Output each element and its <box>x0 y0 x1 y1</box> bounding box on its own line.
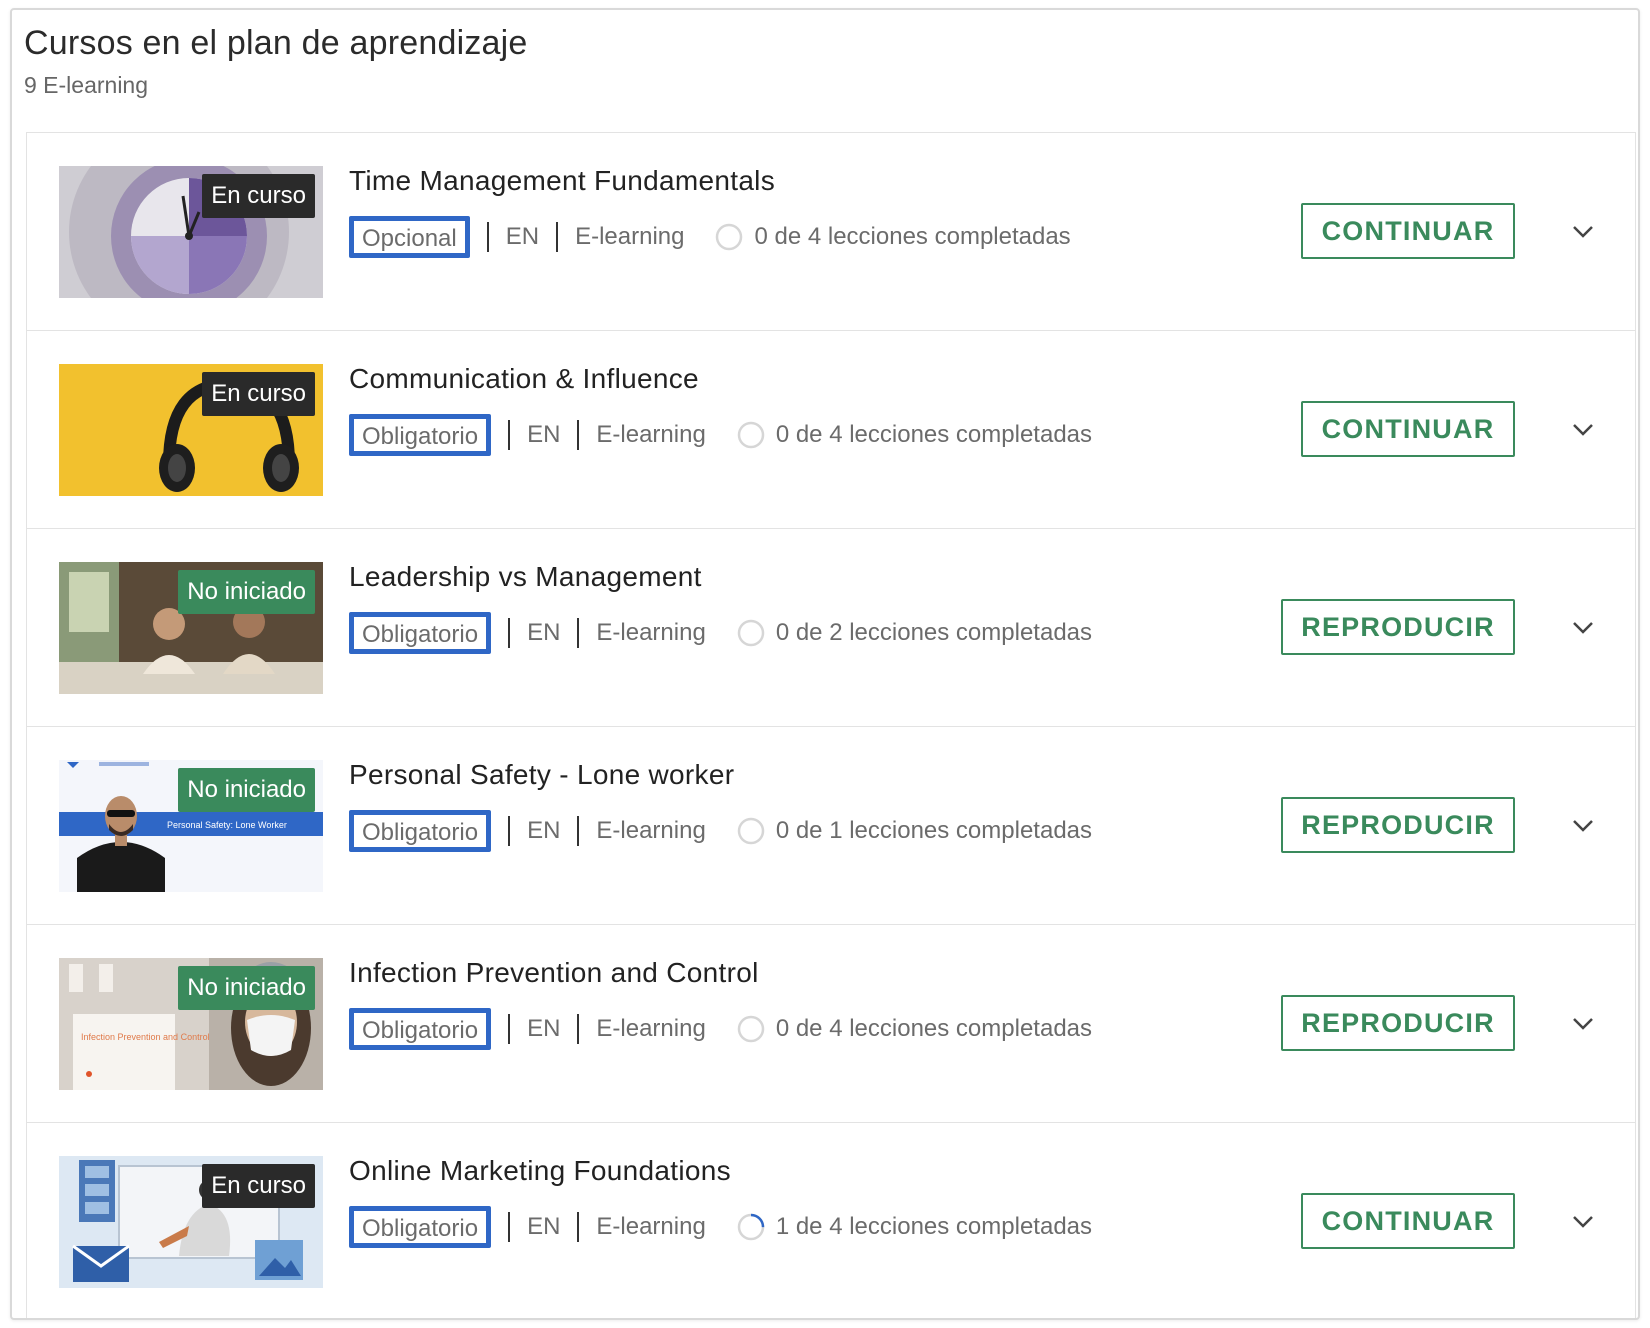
requirement-label: Obligatorio <box>349 1206 492 1248</box>
course-count: 9 E-learning <box>24 72 149 98</box>
course-title[interactable]: Time Management Fundamentals <box>349 165 775 197</box>
chevron-down-icon[interactable] <box>1567 611 1599 643</box>
play-button[interactable]: REPRODUCIR <box>1281 599 1515 655</box>
divider <box>508 816 511 846</box>
type-label: E-learning <box>596 1213 706 1240</box>
progress-text: 0 de 4 lecciones completadas <box>775 1015 1093 1042</box>
requirement-label: Obligatorio <box>349 1008 492 1050</box>
chevron-down-icon[interactable] <box>1567 215 1599 247</box>
course-title[interactable]: Personal Safety - Lone worker <box>349 759 734 791</box>
language-label: EN <box>527 1015 561 1042</box>
type-label: E-learning <box>575 223 685 250</box>
divider <box>508 1014 511 1044</box>
type-label: E-learning <box>596 619 706 646</box>
course-thumbnail[interactable]: Personal Safety: Lone Worker No iniciado <box>59 760 323 892</box>
type-label: E-learning <box>596 817 706 844</box>
progress-text: 0 de 1 lecciones completadas <box>775 817 1093 844</box>
course-thumbnail[interactable]: En curso <box>59 166 323 298</box>
course-meta: Obligatorio EN E-learning 0 de 1 leccion… <box>349 810 1093 852</box>
progress-ring-icon <box>716 223 743 251</box>
course-thumbnail[interactable]: En curso <box>59 364 323 496</box>
course-row: En curso Time Management Fundamentals Op… <box>27 133 1635 331</box>
status-badge: No iniciado <box>178 966 315 1010</box>
language-label: EN <box>527 1213 561 1240</box>
divider <box>508 618 511 648</box>
language-label: EN <box>527 421 561 448</box>
divider <box>577 420 580 450</box>
status-badge: En curso <box>202 174 315 218</box>
divider <box>556 222 559 252</box>
status-badge: En curso <box>202 1164 315 1208</box>
divider <box>577 1212 580 1242</box>
progress-ring-icon <box>737 421 765 449</box>
chevron-down-icon[interactable] <box>1567 1007 1599 1039</box>
chevron-down-icon[interactable] <box>1567 1205 1599 1237</box>
divider <box>577 618 580 648</box>
status-badge: No iniciado <box>178 768 315 812</box>
course-meta: Obligatorio EN E-learning 0 de 4 leccion… <box>349 1008 1093 1050</box>
course-row: No iniciado Leadership vs Management Obl… <box>27 529 1635 727</box>
course-thumbnail[interactable]: En curso <box>59 1156 323 1288</box>
course-meta: Opcional EN E-learning 0 de 4 lecciones … <box>349 216 1071 258</box>
chevron-down-icon[interactable] <box>1567 413 1599 445</box>
requirement-label: Obligatorio <box>349 414 492 456</box>
divider <box>577 816 580 846</box>
continue-button[interactable]: CONTINUAR <box>1301 401 1515 457</box>
progress-text: 1 de 4 lecciones completadas <box>775 1213 1093 1240</box>
thumbnail-caption: Infection Prevention and Control <box>81 1032 210 1042</box>
course-title[interactable]: Infection Prevention and Control <box>349 957 759 989</box>
course-list: En curso Time Management Fundamentals Op… <box>26 132 1636 1318</box>
progress-ring-icon <box>737 817 765 845</box>
continue-button[interactable]: CONTINUAR <box>1301 203 1515 259</box>
course-row: En curso Online Marketing Foundations Ob… <box>27 1123 1635 1318</box>
progress-text: 0 de 4 lecciones completadas <box>775 421 1093 448</box>
language-label: EN <box>527 817 561 844</box>
language-label: EN <box>505 223 540 250</box>
requirement-label: Obligatorio <box>349 810 492 852</box>
language-label: EN <box>527 619 561 646</box>
type-label: E-learning <box>596 1015 706 1042</box>
continue-button[interactable]: CONTINUAR <box>1301 1193 1515 1249</box>
status-badge: En curso <box>202 372 315 416</box>
play-button[interactable]: REPRODUCIR <box>1281 797 1515 853</box>
divider <box>508 420 511 450</box>
requirement-label: Opcional <box>349 216 470 258</box>
progress-ring-icon <box>737 619 765 647</box>
divider <box>577 1014 580 1044</box>
thumbnail-caption: Personal Safety: Lone Worker <box>167 820 287 830</box>
progress-text: 0 de 2 lecciones completadas <box>775 619 1093 646</box>
learning-plan-panel: Cursos en el plan de aprendizaje 9 E-lea… <box>10 8 1640 1320</box>
divider <box>486 222 489 252</box>
course-thumbnail[interactable]: No iniciado <box>59 562 323 694</box>
course-title[interactable]: Online Marketing Foundations <box>349 1155 731 1187</box>
play-button[interactable]: REPRODUCIR <box>1281 995 1515 1051</box>
type-label: E-learning <box>596 421 706 448</box>
page-title: Cursos en el plan de aprendizaje <box>24 24 528 62</box>
progress-ring-icon <box>737 1015 765 1043</box>
course-title[interactable]: Communication & Influence <box>349 363 699 395</box>
course-row: Infection Prevention and Control No inic… <box>27 925 1635 1123</box>
divider <box>508 1212 511 1242</box>
course-meta: Obligatorio EN E-learning 1 de 4 leccion… <box>349 1206 1093 1248</box>
requirement-label: Obligatorio <box>349 612 492 654</box>
course-thumbnail[interactable]: Infection Prevention and Control No inic… <box>59 958 323 1090</box>
course-meta: Obligatorio EN E-learning 0 de 4 leccion… <box>349 414 1093 456</box>
course-row: Personal Safety: Lone Worker No iniciado… <box>27 727 1635 925</box>
progress-text: 0 de 4 lecciones completadas <box>754 223 1071 250</box>
status-badge: No iniciado <box>178 570 315 614</box>
progress-ring-icon <box>737 1213 765 1241</box>
course-title[interactable]: Leadership vs Management <box>349 561 702 593</box>
chevron-down-icon[interactable] <box>1567 809 1599 841</box>
course-row: En curso Communication & Influence Oblig… <box>27 331 1635 529</box>
course-meta: Obligatorio EN E-learning 0 de 2 leccion… <box>349 612 1093 654</box>
